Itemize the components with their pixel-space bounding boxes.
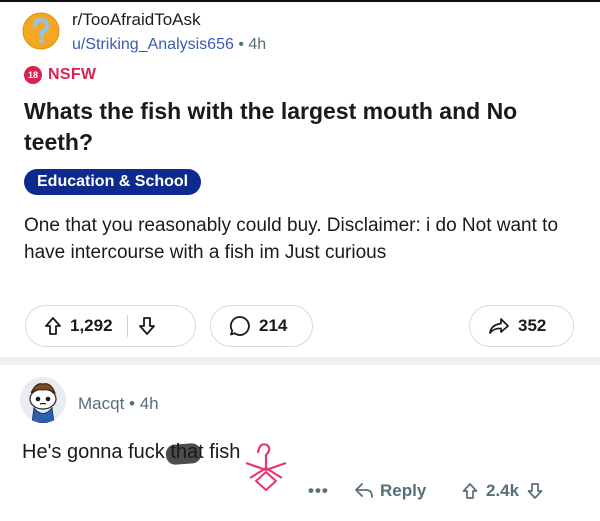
reply-arrow-icon xyxy=(355,483,373,498)
comment-meta-separator: • xyxy=(129,394,135,413)
comments-button[interactable]: 214 xyxy=(210,305,313,347)
commenter-avatar[interactable] xyxy=(20,377,66,423)
snoo-avatar-icon xyxy=(20,377,66,423)
share-count: 352 xyxy=(518,316,547,335)
reply-button[interactable]: Reply xyxy=(354,478,426,504)
comment-meta: Macqt • 4h xyxy=(78,394,159,414)
share-button[interactable]: 352 xyxy=(469,305,574,347)
section-separator xyxy=(0,357,600,365)
vote-pill: 1,292 xyxy=(25,305,196,347)
comment-author[interactable]: Macqt xyxy=(78,394,124,413)
comment-count: 214 xyxy=(259,316,288,335)
nsfw-label: NSFW xyxy=(48,66,97,83)
reply-label: Reply xyxy=(380,481,427,500)
comment-vote-count: 2.4k xyxy=(486,481,520,500)
downvote-arrow-icon[interactable] xyxy=(138,316,156,336)
post-meta: u/Striking_Analysis656 • 4h xyxy=(72,36,266,54)
pink-doodle-overlay xyxy=(245,443,287,491)
post-author[interactable]: u/Striking_Analysis656 xyxy=(72,36,234,53)
comment-age: 4h xyxy=(139,394,159,413)
subreddit-avatar-question-icon[interactable] xyxy=(22,12,60,50)
speech-bubble-icon xyxy=(229,316,250,336)
more-options-button[interactable]: ••• xyxy=(308,478,329,504)
subreddit-name[interactable]: r/TooAfraidToAsk xyxy=(72,10,201,30)
upvote-count: 1,292 xyxy=(70,316,113,335)
comment-body: He's gonna fuck that fish xyxy=(22,441,241,463)
post-body: One that you reasonably could buy. Discl… xyxy=(24,215,559,263)
comment-votes: 2.4k xyxy=(462,478,543,504)
top-divider xyxy=(0,0,600,2)
upvote-arrow-icon[interactable] xyxy=(44,316,62,336)
nsfw-18-icon: 18 xyxy=(24,66,42,84)
vote-divider xyxy=(126,315,128,337)
share-arrow-icon xyxy=(489,318,509,334)
censor-scribble xyxy=(165,442,202,466)
meta-separator: • xyxy=(238,36,244,53)
comment-upvote-icon[interactable] xyxy=(462,482,478,500)
nsfw-tag: 18 NSFW xyxy=(24,66,96,84)
post-age: 4h xyxy=(248,36,267,53)
post-flair[interactable]: Education & School xyxy=(24,169,202,195)
post-title[interactable]: Whats the fish with the largest mouth an… xyxy=(24,96,579,158)
comment-downvote-icon[interactable] xyxy=(527,482,543,500)
